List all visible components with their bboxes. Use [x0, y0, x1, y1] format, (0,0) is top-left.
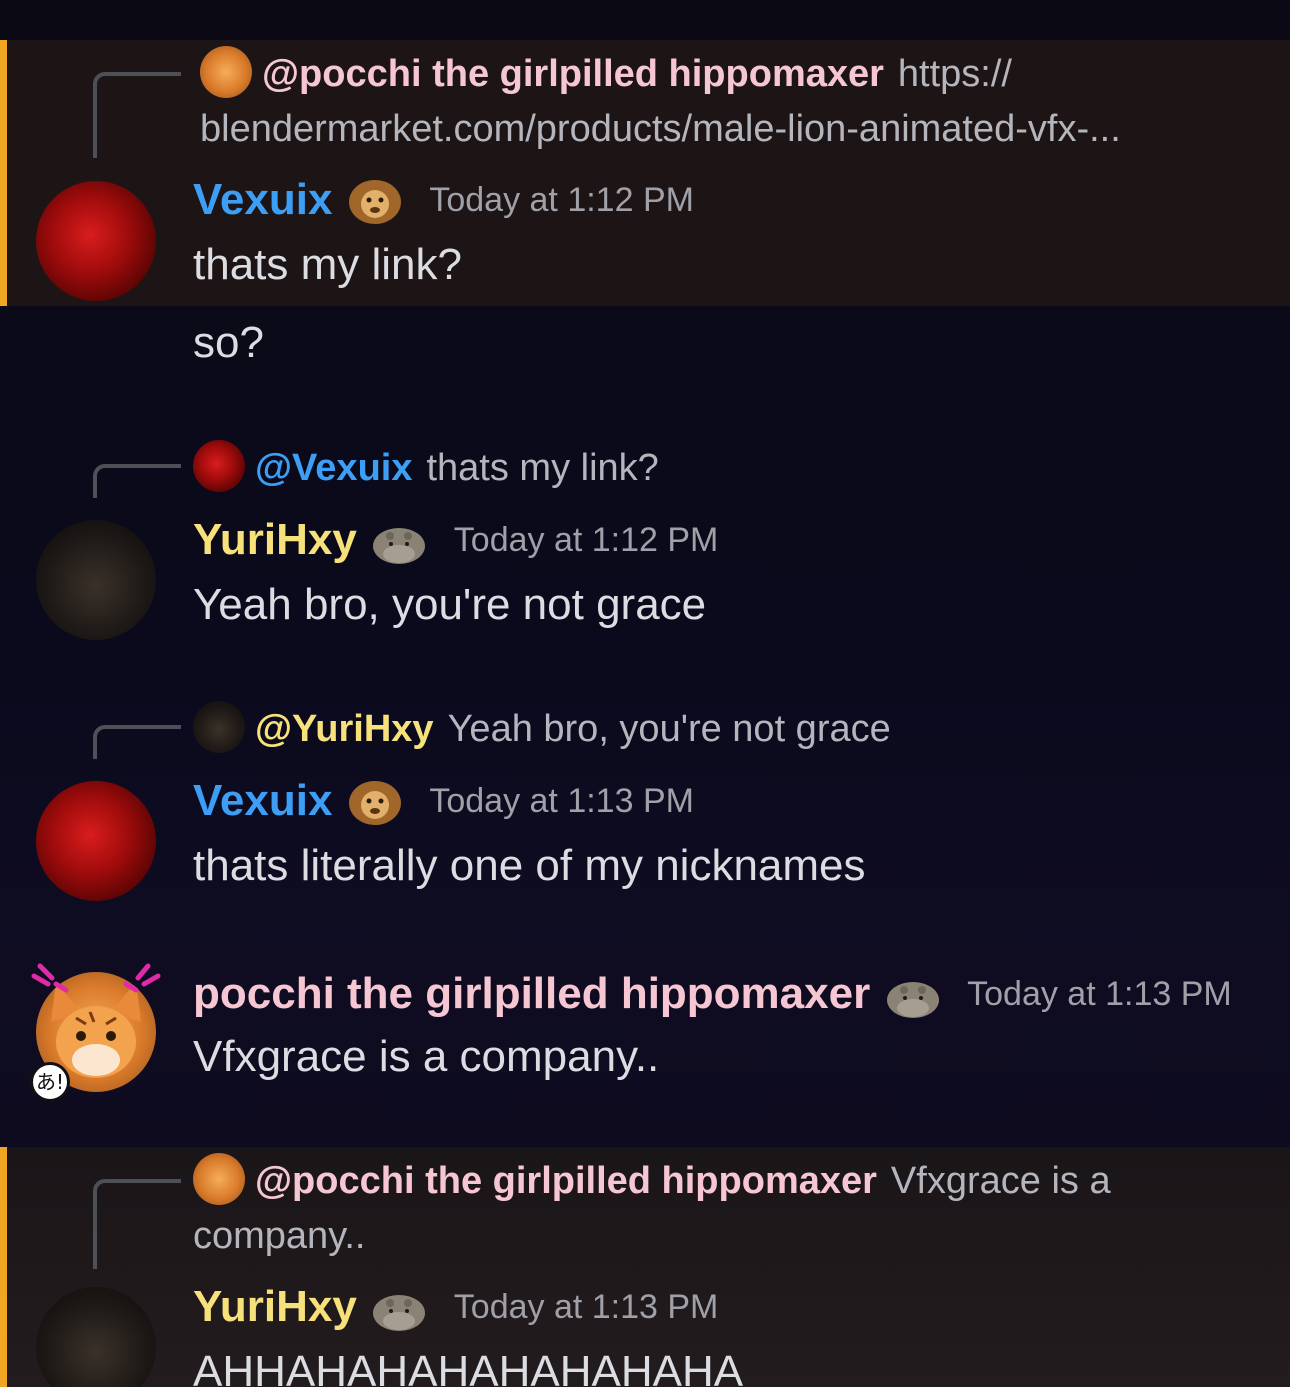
vexuix-avatar[interactable] — [36, 781, 156, 901]
message[interactable]: @Vexuix thats my link? YuriHxy Today at 1… — [0, 436, 1290, 646]
pocchi-mini-avatar — [200, 46, 252, 98]
reply-author[interactable]: @YuriHxy — [255, 708, 434, 750]
yurihxy-avatar[interactable] — [36, 1287, 156, 1387]
timestamp: Today at 1:13 PM — [429, 781, 694, 820]
reply-preview[interactable]: @pocchi the girlpilled hippomaxer Vfxgrac… — [193, 1153, 1150, 1264]
lion-emoji-icon — [348, 180, 401, 224]
timestamp: Today at 1:13 PM — [967, 974, 1232, 1013]
author-name[interactable]: YuriHxy — [193, 1282, 357, 1331]
message-text: AHHAHAHAHAHAHAHAHA — [193, 1347, 744, 1387]
reply-preview[interactable]: @YuriHxy Yeah bro, you're not grace — [193, 701, 1250, 757]
timestamp: Today at 1:13 PM — [453, 1287, 719, 1326]
vexuix-mini-avatar — [193, 440, 245, 492]
message-text: thats literally one of my nicknames — [193, 841, 866, 890]
message-header: YuriHxy Today at 1:12 PM — [193, 514, 718, 574]
reply-preview[interactable]: @pocchi the girlpilled hippomaxer https:/… — [200, 46, 1250, 157]
reply-preview[interactable]: @Vexuix thats my link? — [193, 440, 1250, 496]
reply-author[interactable]: @Vexuix — [255, 447, 412, 489]
reply-connector — [93, 72, 181, 158]
lion-emoji-icon — [348, 781, 401, 825]
author-name[interactable]: YuriHxy — [193, 515, 357, 564]
message-text-followup: so? — [193, 318, 264, 367]
message-text: thats my link? — [193, 240, 462, 289]
reply-text: Yeah bro, you're not grace — [447, 708, 891, 750]
message-text: Yeah bro, you're not grace — [193, 580, 707, 629]
hippo-emoji-icon — [373, 1295, 426, 1331]
hippo-emoji-icon — [886, 982, 939, 1018]
message-highlighted[interactable]: @pocchi the girlpilled hippomaxer https:/… — [0, 40, 1290, 306]
message-text: Vfxgrace is a company.. — [193, 1032, 660, 1081]
message[interactable]: あ! pocchi the girlpilled hippomaxer Toda… — [0, 962, 1290, 1102]
surprise-marks-icon — [31, 963, 161, 993]
yurihxy-mini-avatar — [193, 701, 245, 753]
hippo-emoji-icon — [373, 528, 426, 564]
reply-author[interactable]: @pocchi the girlpilled hippomaxer — [262, 53, 884, 95]
pocchi-mini-avatar — [193, 1153, 245, 1205]
author-name[interactable]: Vexuix — [193, 776, 332, 825]
message-highlighted[interactable]: @pocchi the girlpilled hippomaxer Vfxgrac… — [0, 1147, 1290, 1387]
timestamp: Today at 1:12 PM — [453, 520, 719, 559]
nametag-badge: あ! — [30, 1062, 70, 1102]
yurihxy-avatar[interactable] — [36, 520, 156, 640]
vexuix-avatar[interactable] — [36, 181, 156, 301]
message-header: Vexuix Today at 1:12 PM — [193, 174, 694, 234]
reply-connector — [93, 725, 181, 759]
reply-author[interactable]: @pocchi the girlpilled hippomaxer — [255, 1160, 877, 1202]
message-header: Vexuix Today at 1:13 PM — [193, 775, 694, 835]
message[interactable]: @YuriHxy Yeah bro, you're not grace Vexui… — [0, 697, 1290, 907]
timestamp: Today at 1:12 PM — [429, 180, 694, 219]
message-header: pocchi the girlpilled hippomaxer Today a… — [193, 968, 1232, 1028]
author-name[interactable]: Vexuix — [193, 175, 332, 224]
message-header: YuriHxy Today at 1:13 PM — [193, 1281, 718, 1341]
reply-connector — [93, 1179, 181, 1269]
author-name[interactable]: pocchi the girlpilled hippomaxer — [193, 969, 870, 1018]
reply-connector — [93, 464, 181, 498]
reply-text: thats my link? — [426, 447, 659, 489]
